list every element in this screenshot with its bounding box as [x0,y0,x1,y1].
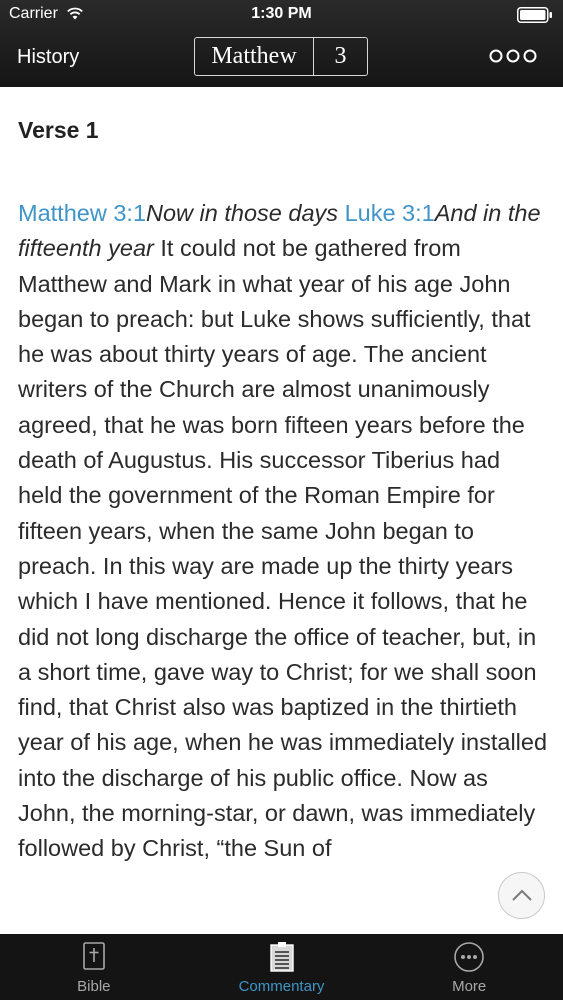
history-button[interactable]: History [17,46,79,69]
commentary-text: Matthew 3:1Now in those days Luke 3:1And… [18,196,550,867]
tab-label: More [452,978,487,995]
tab-label: Commentary [238,978,325,995]
verse-reference-link[interactable]: Matthew 3:1 [18,200,146,226]
chevron-up-icon [512,889,532,901]
tab-bible[interactable]: Bible [0,934,188,1000]
tab-bar: Bible Commentary More [0,934,563,1000]
commentary-screen: Carrier 1:30 PM History Matthew 3 Verse … [0,0,563,1000]
tab-more[interactable]: More [375,934,563,1000]
battery-icon [517,7,552,23]
document-icon [269,942,294,972]
cross-book-icon [83,942,105,970]
commentary-body: It could not be gathered from Matthew an… [18,235,548,862]
commentary-content[interactable]: Verse 1 Matthew 3:1Now in those days Luk… [0,87,563,934]
more-circle-icon [454,942,484,972]
ellipsis-icon[interactable] [489,48,537,64]
scroll-to-top-button[interactable] [498,872,545,919]
status-bar: Carrier 1:30 PM [0,0,563,28]
verse-reference-link[interactable]: Luke 3:1 [345,200,435,226]
tab-commentary[interactable]: Commentary [188,934,376,1000]
book-chapter-selector[interactable]: Matthew 3 [194,37,368,76]
book-selector-button[interactable]: Matthew [195,38,314,75]
tab-label: Bible [77,978,111,995]
quoted-verse-text: Now in those days [146,200,345,226]
clock-label: 1:30 PM [251,5,312,22]
chapter-selector-button[interactable]: 3 [314,38,367,75]
top-navigation-bar: Carrier 1:30 PM History Matthew 3 [0,0,563,87]
verse-heading: Verse 1 [18,117,99,143]
